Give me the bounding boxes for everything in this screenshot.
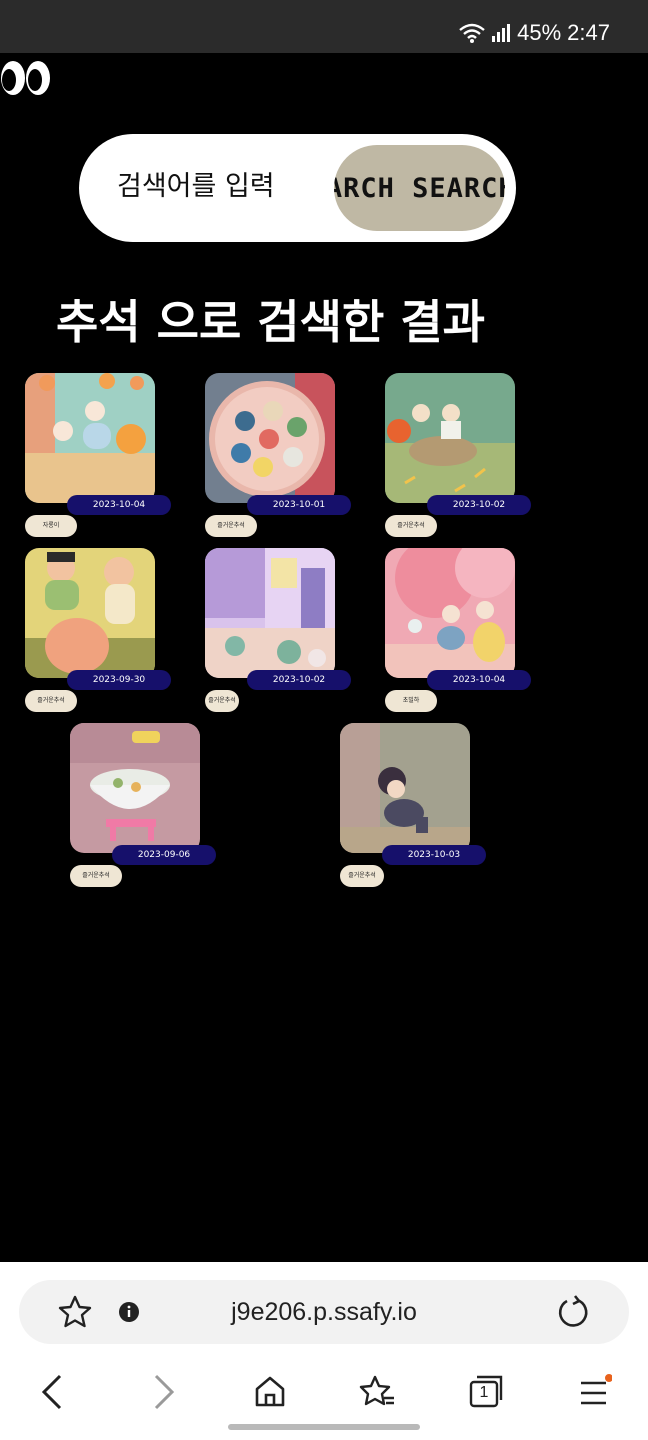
back-icon[interactable]: [40, 1374, 66, 1410]
result-tag[interactable]: 즐거운추석: [70, 865, 122, 887]
result-tag[interactable]: 자롱이: [25, 515, 77, 537]
status-indicators: 45% 2:47: [459, 20, 610, 46]
result-image: [25, 548, 155, 678]
bookmarks-icon[interactable]: [358, 1374, 396, 1410]
result-tag[interactable]: 즐거운추석: [205, 515, 257, 537]
result-image: [70, 723, 200, 853]
menu-icon[interactable]: [578, 1374, 612, 1410]
result-date: 2023-10-04: [427, 670, 531, 690]
result-tag[interactable]: 즐거운추석: [25, 690, 77, 712]
battery-percent: 45%: [517, 20, 562, 45]
eyes-logo-icon[interactable]: [0, 58, 54, 98]
search-button[interactable]: SEARCH SEARCH: [334, 145, 505, 231]
forward-icon[interactable]: [150, 1374, 176, 1410]
tabs-button[interactable]: 1: [468, 1374, 504, 1408]
home-icon[interactable]: [253, 1374, 287, 1408]
search-bar: 검색어를 입력 SEARCH SEARCH: [79, 134, 516, 242]
result-card[interactable]: 2023-09-06 즐거운추석: [70, 723, 220, 893]
result-tag[interactable]: 즐거운추석: [340, 865, 384, 887]
url-text[interactable]: j9e206.p.ssafy.io: [19, 1298, 629, 1327]
result-date: 2023-09-06: [112, 845, 216, 865]
search-input[interactable]: 검색어를 입력: [117, 164, 287, 210]
result-image: [25, 373, 155, 503]
result-date: 2023-10-01: [247, 495, 351, 515]
result-card[interactable]: 2023-10-03 즐거운추석: [340, 723, 490, 893]
result-date: 2023-10-02: [427, 495, 531, 515]
result-title: 추석 으로 검색한 결과: [56, 295, 485, 349]
signal-icon: [492, 24, 511, 42]
status-bar: 45% 2:47: [0, 0, 648, 53]
tab-count: 1: [479, 1384, 489, 1401]
home-indicator[interactable]: [228, 1424, 420, 1430]
result-card[interactable]: 2023-10-01 즐거운추석: [205, 373, 355, 543]
clock: 2:47: [567, 20, 610, 45]
result-card[interactable]: 2023-10-04 초빌하: [385, 548, 535, 718]
result-card[interactable]: 2023-10-02 즐거운추석: [205, 548, 355, 718]
result-image: [205, 548, 335, 678]
result-date: 2023-09-30: [67, 670, 171, 690]
result-image: [385, 548, 515, 678]
result-date: 2023-10-04: [67, 495, 171, 515]
result-card[interactable]: 2023-09-30 즐거운추석: [25, 548, 175, 718]
address-bar[interactable]: j9e206.p.ssafy.io: [19, 1280, 629, 1344]
result-date: 2023-10-02: [247, 670, 351, 690]
result-tag[interactable]: 즐거운추석: [385, 515, 437, 537]
browser-toolbar: j9e206.p.ssafy.io 1: [0, 1262, 648, 1440]
result-date: 2023-10-03: [382, 845, 486, 865]
wifi-icon: [459, 23, 485, 43]
result-image: [385, 373, 515, 503]
result-tag[interactable]: 초빌하: [385, 690, 437, 712]
result-card[interactable]: 2023-10-02 즐거운추석: [385, 373, 535, 543]
result-image: [205, 373, 335, 503]
result-tag[interactable]: 즐거운추석: [205, 690, 239, 712]
reload-icon[interactable]: [555, 1294, 591, 1330]
search-button-label: SEARCH SEARCH: [334, 172, 505, 204]
result-image: [340, 723, 470, 853]
result-card[interactable]: 2023-10-04 자롱이: [25, 373, 175, 543]
